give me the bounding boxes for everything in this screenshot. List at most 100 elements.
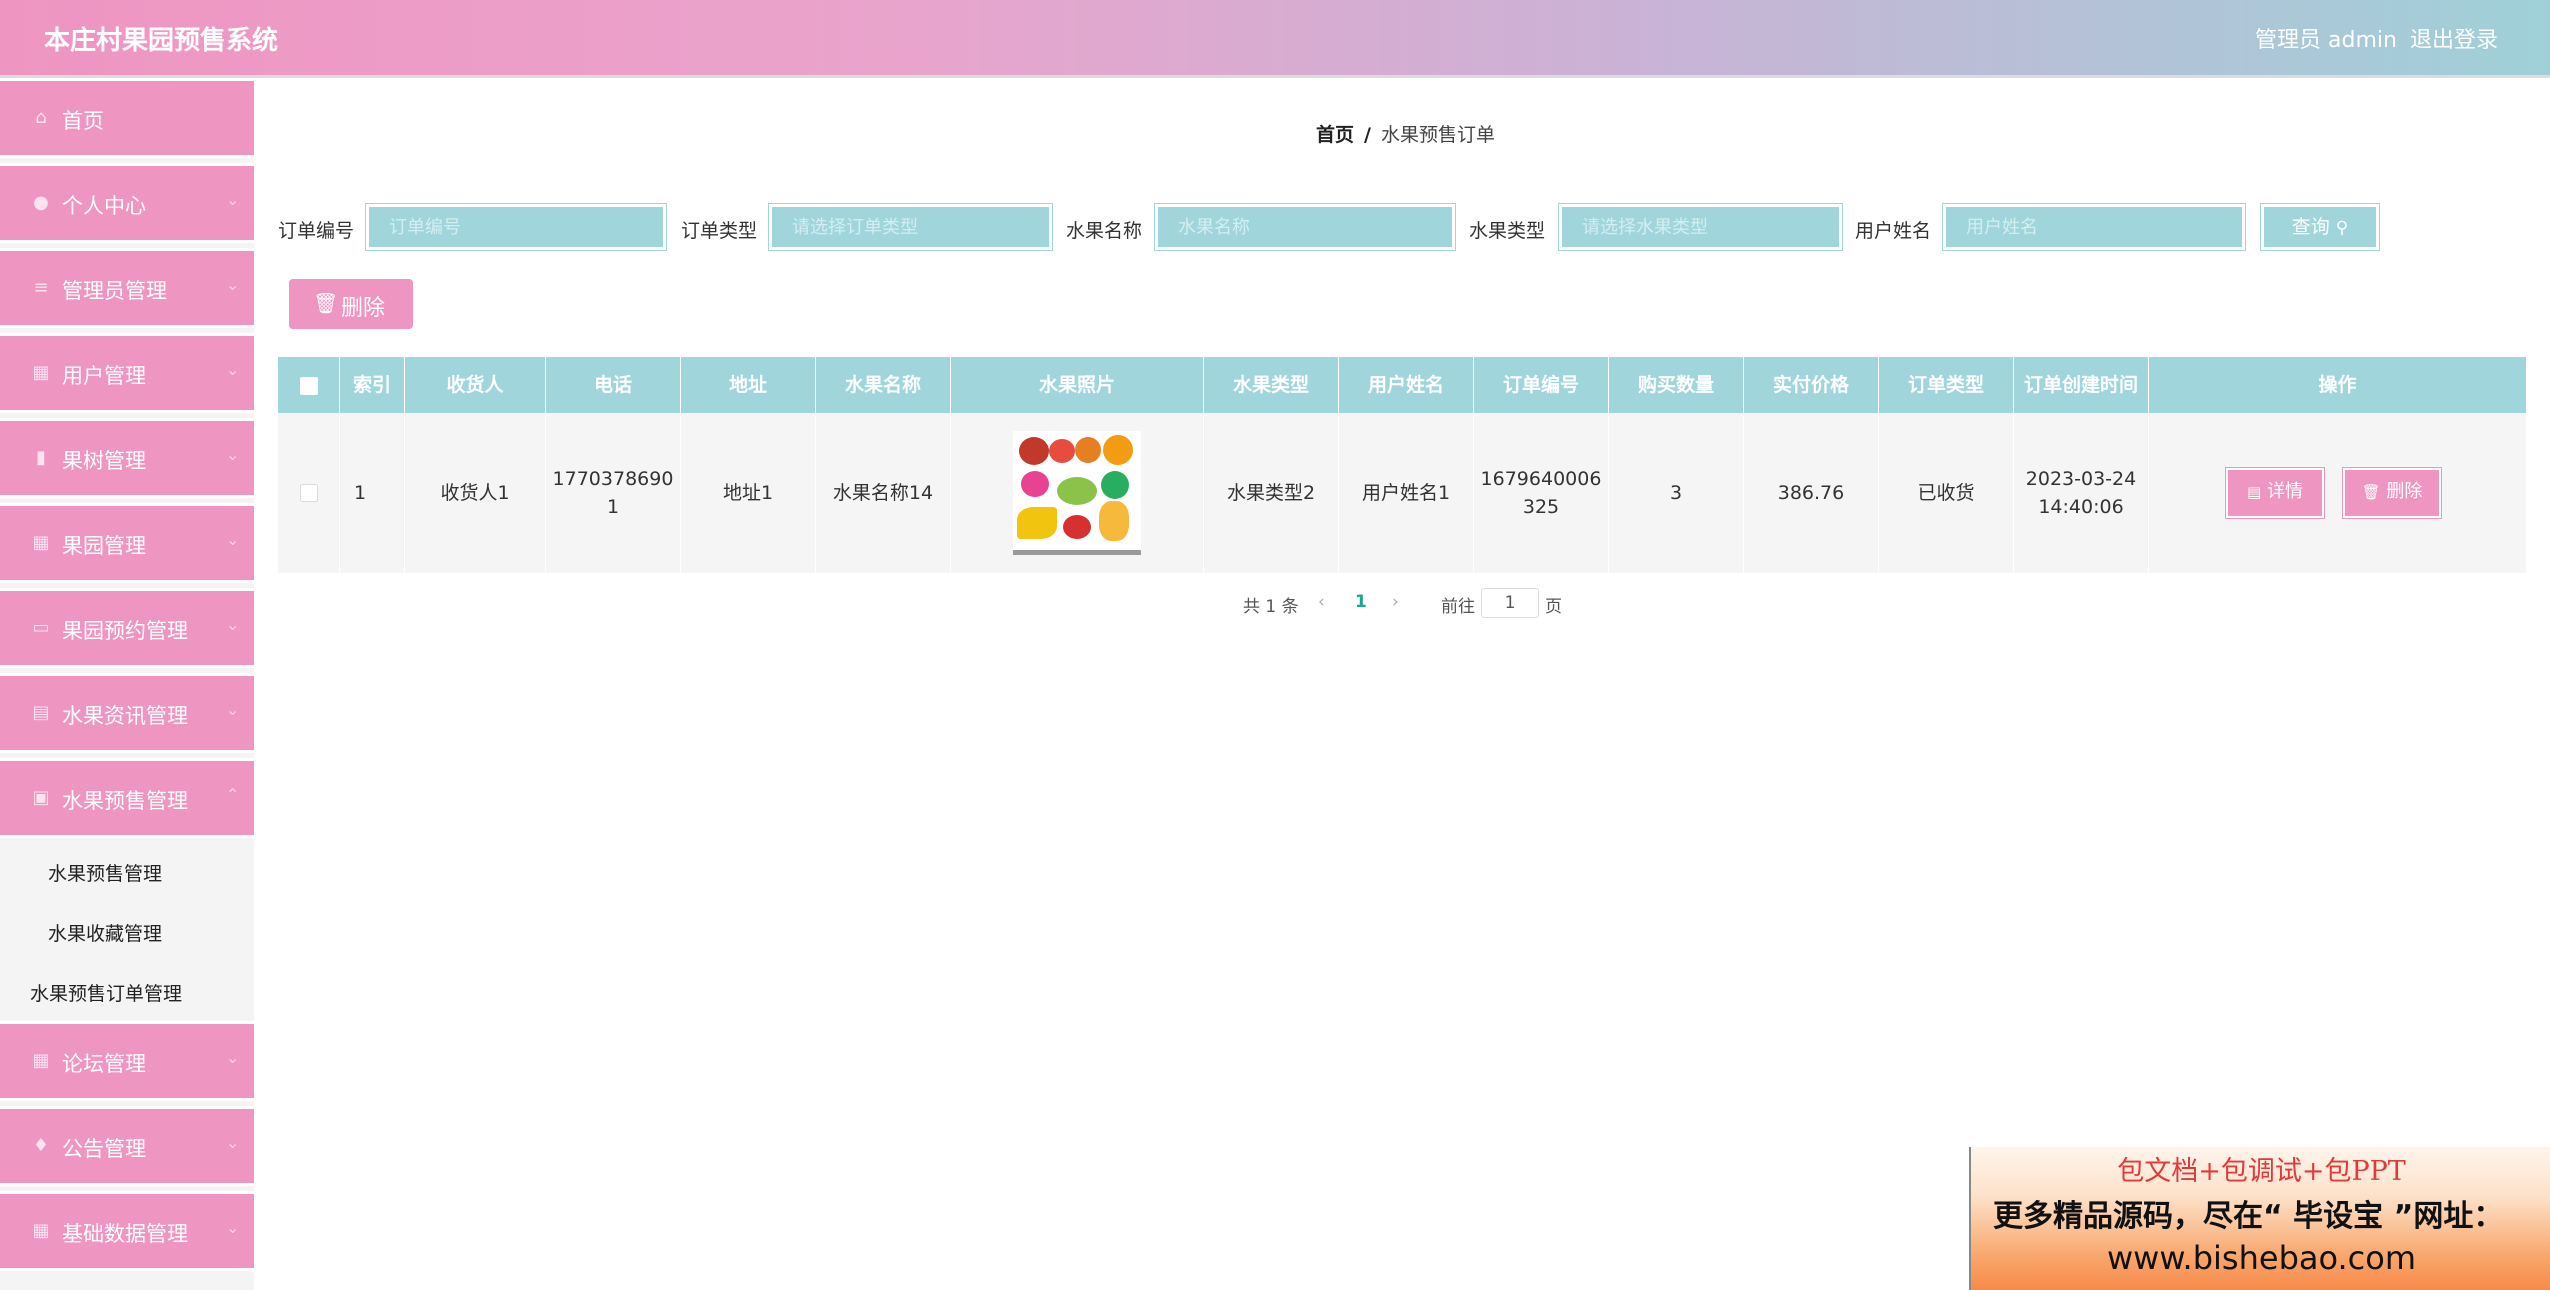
cell-phone-line1: 1770378690 [552,468,674,490]
fruit-photo[interactable] [1013,431,1141,555]
pagination-goto-input[interactable]: 1 [1481,588,1539,618]
cell-index: 1 [340,413,405,573]
sidebar-item-reservations[interactable]: ▭ 果园预约管理 ⌄ [0,588,254,668]
bell-icon: ♦ [32,1135,50,1156]
table-row: 1 收货人1 1770378690 1 地址1 水果名称14 水果类型2 用户姓… [278,413,2526,573]
trash-icon: 🗑 [313,291,339,315]
app-title: 本庄村果园预售系统 [44,26,279,56]
chevron-down-icon: ⌄ [226,445,240,464]
user-name-label: 用户姓名 [1855,220,1932,242]
grid-icon: ▦ [32,1220,50,1241]
order-type-label: 订单类型 [681,220,758,242]
sidebar-item-label: 论坛管理 [62,1052,146,1076]
column-header: 订单创建时间 [2014,357,2149,413]
cell-price: 386.76 [1744,413,1879,573]
chevron-down-icon: ⌄ [226,1048,240,1067]
cell-order-no-line2: 325 [1522,496,1560,518]
detail-button[interactable]: ▤ 详情 [2225,467,2325,519]
grid-icon: ▦ [32,532,50,553]
order-no-label: 订单编号 [278,220,355,242]
sidebar-item-profile[interactable]: ● 个人中心 ⌄ [0,163,254,243]
sidebar-item-admins[interactable]: ≡ 管理员管理 ⌄ [0,248,254,328]
column-header: 收货人 [405,357,546,413]
sidebar-item-trees[interactable]: ▮ 果树管理 ⌄ [0,418,254,498]
sidebar-item-notices[interactable]: ♦ 公告管理 ⌄ [0,1106,254,1186]
sidebar-subitem-presale[interactable]: 水果预售管理 [0,843,254,901]
cell-phone: 1770378690 1 [546,413,681,573]
sidebar-item-label: 用户管理 [62,364,146,388]
cell-order-no-line1: 1679640006 [1480,468,1602,490]
sidebar-subitem-orders[interactable]: 水果预售订单管理 [0,963,254,1021]
column-header: 订单类型 [1879,357,2014,413]
pagination-total: 共 1 条 [1243,597,1299,617]
watermark-line2: 更多精品源码，尽在“ 毕设宝 ”网址： [1993,1199,2504,1234]
chevron-down-icon: ⌄ [226,1133,240,1152]
fruit-name-label: 水果名称 [1066,220,1143,242]
cell-created-time: 2023-03-24 14:40:06 [2014,413,2149,573]
column-header: 实付价格 [1744,357,1879,413]
column-header: 地址 [681,357,816,413]
cell-fruit-name: 水果名称14 [816,413,951,573]
bulk-delete-button[interactable]: 🗑 删除 [289,279,413,329]
sidebar-item-forum[interactable]: ▦ 论坛管理 ⌄ [0,1021,254,1101]
column-header: 水果照片 [951,357,1204,413]
select-all-checkbox[interactable] [299,376,318,395]
cell-address: 地址1 [681,413,816,573]
pagination-current-page[interactable]: 1 [1355,592,1367,612]
sidebar-item-label: 果树管理 [62,449,146,473]
fruit-name-input[interactable] [1154,203,1456,251]
fruit-type-select[interactable] [1558,203,1843,251]
calendar-icon: ▭ [32,617,50,638]
order-no-input[interactable] [365,203,667,251]
cell-quantity: 3 [1609,413,1744,573]
breadcrumb-home[interactable]: 首页 [1316,124,1354,146]
cell-order-type: 已收货 [1879,413,2014,573]
sidebar-item-label: 个人中心 [62,194,146,218]
cell-order-no: 1679640006 325 [1474,413,1609,573]
pagination-goto-label: 前往 [1441,597,1475,617]
sidebar-item-presale[interactable]: ▣ 水果预售管理 ⌃ [0,758,254,838]
chevron-right-icon[interactable]: › [1392,592,1399,612]
chevron-down-icon: ⌄ [226,615,240,634]
order-type-select[interactable] [768,203,1053,251]
chevron-down-icon: ⌄ [226,275,240,294]
row-checkbox[interactable] [299,484,318,502]
cell-actions [2149,413,2526,573]
cell-fruit-photo [951,413,1204,573]
breadcrumb-current: 水果预售订单 [1380,124,1495,146]
sidebar-item-basedata[interactable]: ▦ 基础数据管理 ⌄ [0,1191,254,1271]
admin-label: 管理员 admin [2255,28,2397,53]
chevron-down-icon: ⌄ [226,360,240,379]
pagination-page-suffix: 页 [1545,597,1562,617]
logout-link[interactable]: 退出登录 [2410,22,2498,54]
sidebar: ⌂ 首页 ● 个人中心 ⌄ ≡ 管理员管理 ⌄ ▦ 用户管理 ⌄ ▮ 果树管理 … [0,78,254,1290]
sidebar-item-users[interactable]: ▦ 用户管理 ⌄ [0,333,254,413]
search-icon: ⚲ [2335,218,2349,238]
user-name-input[interactable] [1942,203,2246,251]
sidebar-item-label: 水果资讯管理 [62,704,188,728]
sidebar-item-home[interactable]: ⌂ 首页 [0,78,254,158]
home-icon: ⌂ [35,107,47,128]
cell-user-name: 用户姓名1 [1339,413,1474,573]
cell-receiver: 收货人1 [405,413,546,573]
sidebar-subitem-label: 水果收藏管理 [48,923,163,945]
chevron-left-icon[interactable]: ‹ [1318,592,1325,612]
sidebar-item-label: 果园预约管理 [62,619,188,643]
sidebar-subitem-label: 水果预售订单管理 [30,983,183,1005]
breadcrumb: 首页 / 水果预售订单 [1316,120,1495,147]
chevron-down-icon: ⌄ [226,1218,240,1237]
row-delete-button[interactable]: 🗑 删除 [2342,467,2442,519]
sidebar-subitem-favorites[interactable]: 水果收藏管理 [0,903,254,961]
sidebar-item-news[interactable]: ▤ 水果资讯管理 ⌄ [0,673,254,753]
sidebar-item-label: 管理员管理 [62,279,167,303]
document-icon: ▤ [2247,483,2262,501]
watermark-banner: 包文档+包调试+包PPT 更多精品源码，尽在“ 毕设宝 ”网址： www.bis… [1969,1147,2550,1290]
search-button[interactable]: 查询 ⚲ [2260,203,2380,251]
sidebar-item-label: 基础数据管理 [62,1222,188,1246]
sidebar-item-orchards[interactable]: ▦ 果园管理 ⌄ [0,503,254,583]
sidebar-item-label: 首页 [62,109,104,133]
watermark-url: www.bishebao.com [2106,1239,2417,1277]
watermark-line1: 包文档+包调试+包PPT [2117,1156,2406,1187]
column-header: 电话 [546,357,681,413]
bag-icon: ▣ [32,787,50,808]
